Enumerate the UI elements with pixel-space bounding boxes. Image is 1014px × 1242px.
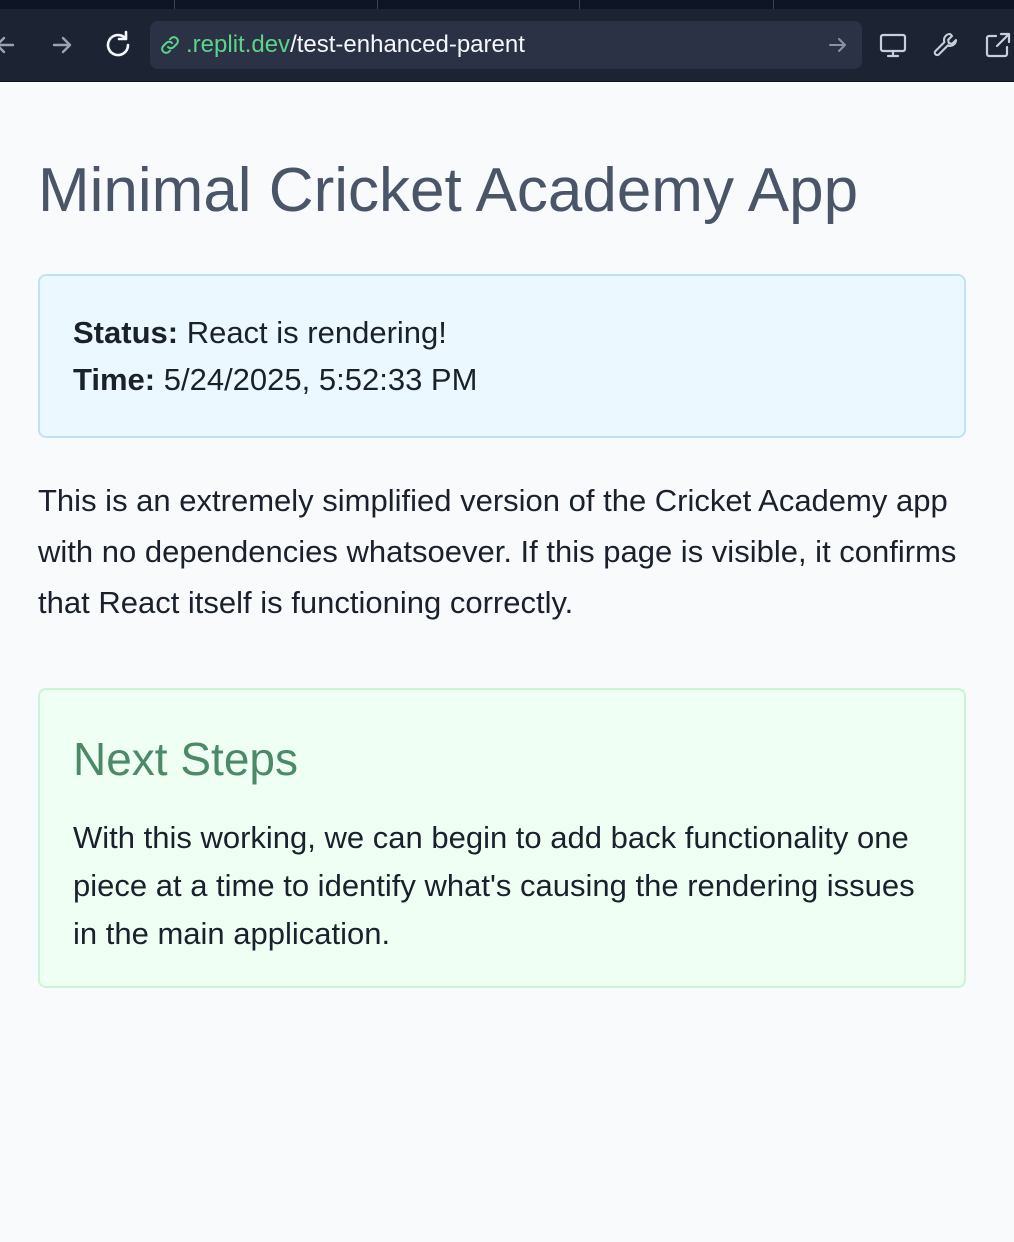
reload-button[interactable]: [101, 28, 135, 62]
devtools-button[interactable]: [929, 28, 963, 62]
reload-icon: [106, 30, 130, 57]
open-new-tab-button[interactable]: [981, 28, 1014, 62]
next-steps-heading: Next Steps: [73, 733, 298, 785]
devices-button[interactable]: [876, 28, 910, 62]
page-title: Minimal Cricket Academy App: [38, 156, 859, 225]
url-path: /test-enhanced-parent: [290, 31, 525, 58]
next-steps-text: With this working, we can begin to add b…: [73, 820, 915, 951]
url-domain: .replit.dev: [186, 31, 291, 58]
tab-divider: [579, 0, 580, 9]
description-text: This is an extremely simplified version …: [38, 483, 957, 620]
next-steps-panel: Next Steps With this working, we can beg…: [38, 688, 966, 988]
status-label: Status:: [73, 315, 179, 350]
wrench-icon: [933, 32, 958, 57]
monitor-icon: [879, 33, 907, 58]
tab-strip: [0, 0, 1014, 9]
time-label: Time:: [73, 362, 156, 397]
address-bar[interactable]: .replit.dev/test-enhanced-parent: [150, 21, 862, 69]
arrow-left-icon: [0, 36, 15, 54]
status-value: React is rendering!: [178, 315, 447, 350]
tab-divider: [174, 0, 175, 9]
go-arrow-icon[interactable]: [826, 33, 850, 57]
url-text[interactable]: .replit.dev/test-enhanced-parent: [186, 21, 525, 69]
tab-divider: [377, 0, 378, 9]
time-value: 5/24/2025, 5:52:33 PM: [155, 362, 478, 397]
link-icon: [161, 36, 179, 54]
arrow-right-icon: [52, 36, 72, 54]
forward-button[interactable]: [45, 28, 79, 62]
browser-toolbar: .replit.dev/test-enhanced-parent: [0, 0, 1014, 82]
back-button[interactable]: [0, 28, 22, 62]
external-link-icon: [985, 32, 1011, 58]
status-panel: Status: React is rendering! Time: 5/24/2…: [38, 274, 966, 438]
time-line: Time: 5/24/2025, 5:52:33 PM: [73, 362, 477, 398]
tab-divider: [773, 0, 774, 9]
status-line: Status: React is rendering!: [73, 315, 447, 351]
